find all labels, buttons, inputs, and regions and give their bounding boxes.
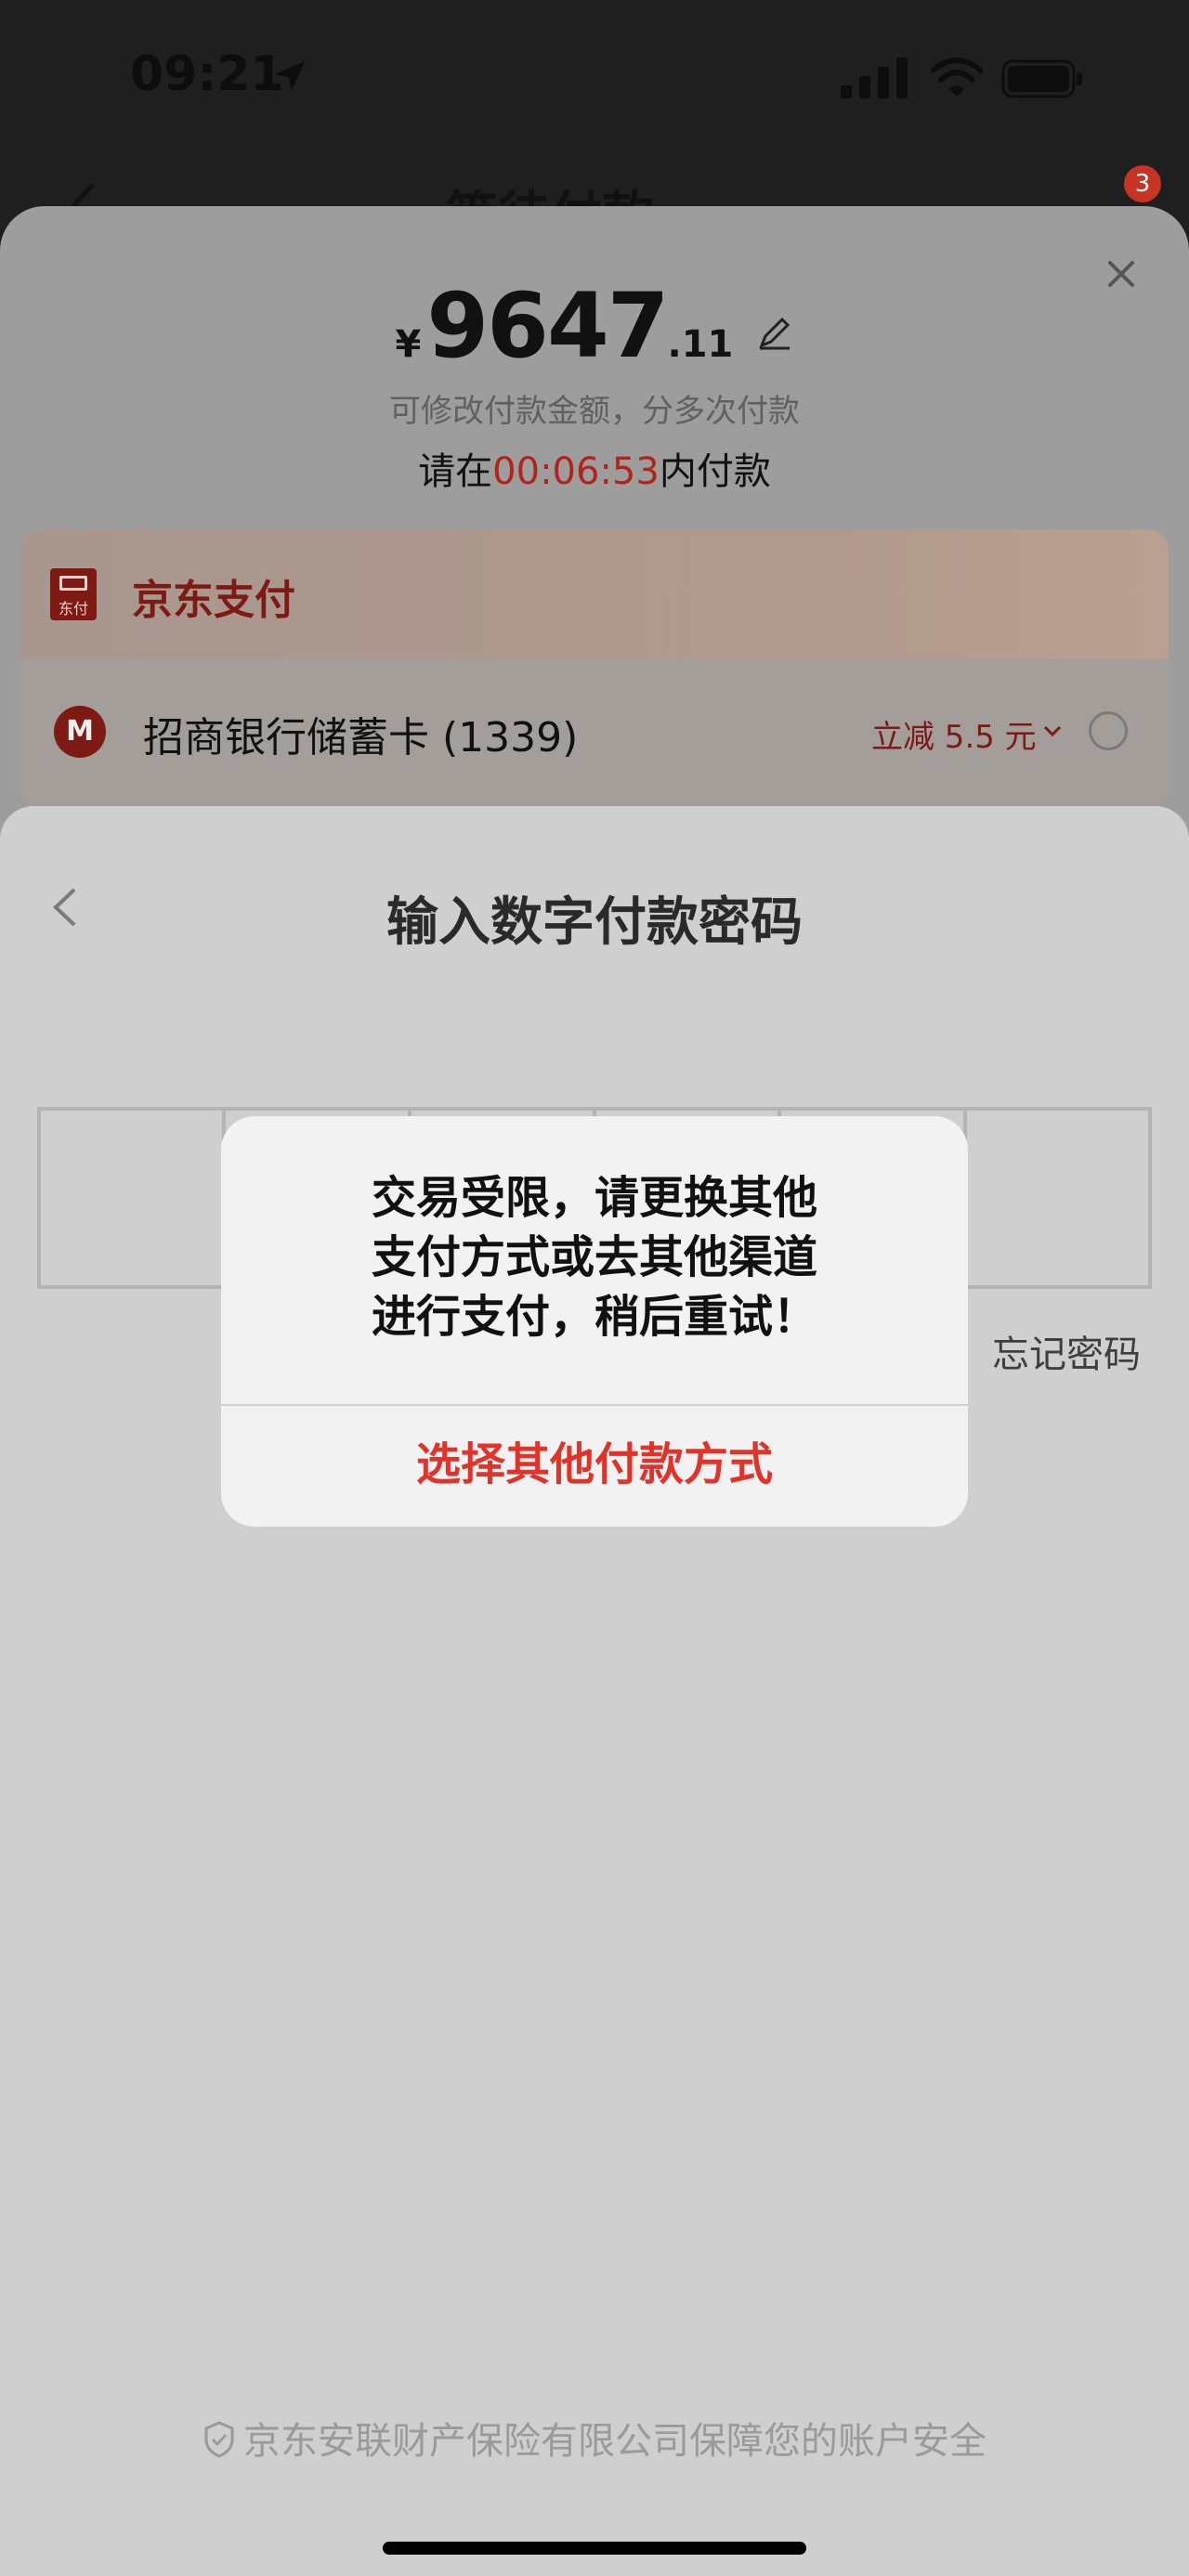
jd-pay-logo: 东付: [50, 568, 97, 620]
amount-hint: 可修改付款金额，分多次付款: [389, 393, 800, 430]
alert-dialog: 交易受限，请更换其他 支付方式或去其他渠道 进行支付，稍后重试！ 选择其他付款方…: [221, 1116, 968, 1527]
battery-icon: [1001, 59, 1082, 98]
insurance-text: 京东安联财产保险有限公司保障您的账户安全: [243, 2420, 986, 2463]
alert-line: 进行支付，稍后重试！: [371, 1291, 817, 1343]
choose-other-payment-button[interactable]: 选择其他付款方式: [221, 1406, 968, 1527]
countdown-suffix: 内付款: [659, 450, 771, 493]
status-time: 09:21: [130, 46, 284, 102]
amount-currency: ¥: [395, 323, 422, 366]
countdown-time: 00:06:53: [492, 450, 660, 493]
bank-card-name[interactable]: 招商银行储蓄卡 (1339): [143, 704, 578, 763]
chevron-down-icon[interactable]: [1042, 721, 1063, 741]
alert-message: 交易受限，请更换其他 支付方式或去其他渠道 进行支付，稍后重试！: [277, 1168, 912, 1347]
signal-icon: [841, 58, 908, 98]
bank-select-radio[interactable]: [1089, 711, 1128, 750]
jd-pay-card[interactable]: 东付 京东支付 M 招商银行储蓄卡 (1339) 立减 5.5 元: [20, 529, 1169, 808]
password-title: 输入数字付款密码: [386, 892, 803, 953]
jd-pay-title: 京东支付: [132, 577, 295, 624]
amount-decimal: .11: [667, 323, 734, 366]
shield-icon: [204, 2421, 234, 2458]
location-arrow-icon: [275, 61, 305, 91]
bank-discount[interactable]: 立减 5.5 元: [871, 711, 1037, 757]
countdown-prefix: 请在: [418, 450, 493, 493]
password-digit-box[interactable]: [41, 1111, 227, 1285]
home-indicator[interactable]: [383, 2542, 806, 2555]
jd-pay-logo-text: 东付: [58, 600, 88, 618]
payment-amount: ¥9647.11: [0, 274, 1189, 378]
password-sheet: [0, 806, 1189, 2576]
status-bar: 09:21: [0, 0, 1189, 158]
wifi-icon: [931, 58, 983, 97]
forgot-password-link[interactable]: 忘记密码: [992, 1324, 1141, 1378]
countdown-row: 请在00:06:53内付款: [0, 441, 1189, 495]
password-digit-box[interactable]: [967, 1111, 1148, 1285]
bank-logo: M: [54, 706, 106, 758]
edit-icon[interactable]: [756, 314, 793, 351]
alert-line: 支付方式或去其他渠道: [371, 1231, 817, 1283]
notification-badge: 3: [1124, 165, 1161, 202]
insurance-note: 京东安联财产保险有限公司保障您的账户安全: [0, 2411, 1189, 2465]
alert-line: 交易受限，请更换其他: [371, 1172, 817, 1224]
amount-integer: 9647: [426, 274, 669, 378]
